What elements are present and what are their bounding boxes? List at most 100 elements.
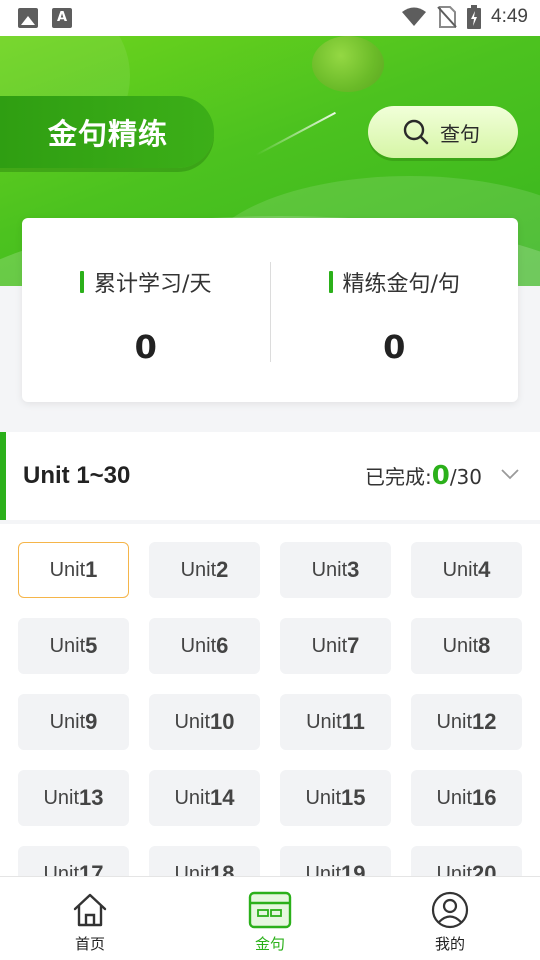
unit-prefix: Unit — [436, 862, 473, 877]
page-title-pill: 金句精练 — [0, 96, 214, 168]
unit-prefix: Unit — [49, 558, 86, 581]
stats-card: 累计学习/天 0 精练金句/句 0 — [22, 218, 518, 402]
search-icon — [403, 119, 429, 145]
planet-decoration-icon — [312, 36, 384, 92]
completion-progress: 已完成: 0 /30 — [365, 461, 482, 491]
unit-prefix: Unit — [49, 710, 86, 733]
nav-label: 我的 — [434, 935, 465, 953]
stat-practiced-sentences: 精练金句/句 0 — [271, 218, 519, 402]
unit-number: 2 — [216, 557, 229, 582]
unit-button-7[interactable]: Unit 7 — [280, 618, 391, 674]
status-time: 4:49 — [491, 6, 528, 27]
unit-grid: Unit 1 Unit 2 Unit 3 Unit 4 Unit 5 Unit 6 Unit… — [18, 542, 522, 876]
progress-completed: 0 — [431, 461, 450, 491]
unit-prefix: Unit — [174, 786, 211, 809]
unit-button-19[interactable]: Unit 19 — [280, 846, 391, 876]
unit-number: 3 — [347, 557, 360, 582]
unit-number: 8 — [478, 633, 491, 658]
unit-button-11[interactable]: Unit 11 — [280, 694, 391, 750]
unit-button-8[interactable]: Unit 8 — [411, 618, 522, 674]
unit-number: 9 — [85, 709, 98, 734]
unit-number: 17 — [79, 861, 104, 876]
progress-total: /30 — [449, 465, 482, 489]
unit-number: 19 — [341, 861, 366, 876]
nav-label: 金句 — [254, 935, 285, 953]
unit-number: 12 — [472, 709, 497, 734]
unit-number: 16 — [472, 785, 497, 810]
unit-prefix: Unit — [43, 786, 80, 809]
battery-charging-icon — [467, 5, 482, 29]
unit-prefix: Unit — [311, 634, 348, 657]
unit-prefix: Unit — [49, 634, 86, 657]
unit-button-16[interactable]: Unit 16 — [411, 770, 522, 826]
unit-button-13[interactable]: Unit 13 — [18, 770, 129, 826]
bottom-navigation: 首页 金句 我的 — [0, 876, 540, 960]
unit-prefix: Unit — [43, 862, 80, 877]
stat-marker — [328, 271, 333, 293]
unit-range-label: Unit 1~30 — [23, 462, 131, 489]
unit-number: 5 — [85, 633, 98, 658]
unit-button-12[interactable]: Unit 12 — [411, 694, 522, 750]
search-button-label: 查句 — [440, 121, 480, 146]
stat-study-days: 累计学习/天 0 — [22, 218, 270, 402]
unit-number: 10 — [210, 709, 235, 734]
unit-button-17[interactable]: Unit 17 — [18, 846, 129, 876]
unit-prefix: Unit — [442, 558, 479, 581]
page-title: 金句精练 — [48, 117, 169, 151]
unit-number: 18 — [210, 861, 235, 876]
meteor-decoration-icon — [255, 111, 336, 156]
home-icon — [73, 893, 107, 927]
unit-button-4[interactable]: Unit 4 — [411, 542, 522, 598]
nav-label: 首页 — [74, 935, 105, 953]
card-icon — [248, 891, 292, 929]
no-sim-icon — [437, 6, 457, 28]
unit-button-9[interactable]: Unit 9 — [18, 694, 129, 750]
status-bar: A 4:49 — [0, 0, 540, 36]
stat-label: 累计学习/天 — [94, 272, 212, 297]
unit-number: 20 — [472, 861, 497, 876]
nav-profile[interactable]: 我的 — [360, 877, 540, 960]
progress-prefix: 已完成: — [364, 465, 432, 489]
stat-value: 0 — [383, 328, 406, 366]
font-notification-icon: A — [52, 8, 72, 28]
unit-number: 13 — [79, 785, 104, 810]
unit-button-20[interactable]: Unit 20 — [411, 846, 522, 876]
unit-button-10[interactable]: Unit 10 — [149, 694, 260, 750]
user-icon — [431, 891, 469, 929]
wifi-icon — [402, 7, 427, 26]
unit-prefix: Unit — [174, 862, 211, 877]
unit-button-18[interactable]: Unit 18 — [149, 846, 260, 876]
unit-button-2[interactable]: Unit 2 — [149, 542, 260, 598]
unit-number: 15 — [341, 785, 366, 810]
unit-button-3[interactable]: Unit 3 — [280, 542, 391, 598]
unit-button-5[interactable]: Unit 5 — [18, 618, 129, 674]
unit-grid-area: Unit 1 Unit 2 Unit 3 Unit 4 Unit 5 Unit 6 Unit… — [0, 524, 540, 876]
search-sentence-button[interactable]: 查句 — [368, 106, 518, 158]
unit-button-1[interactable]: Unit 1 — [18, 542, 129, 598]
stat-label: 精练金句/句 — [342, 272, 460, 297]
unit-button-6[interactable]: Unit 6 — [149, 618, 260, 674]
stat-value: 0 — [134, 328, 157, 366]
unit-prefix: Unit — [180, 558, 217, 581]
nav-sentences[interactable]: 金句 — [180, 877, 360, 960]
unit-prefix: Unit — [442, 634, 479, 657]
unit-prefix: Unit — [180, 634, 217, 657]
unit-number: 14 — [210, 785, 235, 810]
nav-home[interactable]: 首页 — [0, 877, 180, 960]
unit-number: 1 — [85, 557, 98, 582]
unit-prefix: Unit — [436, 786, 473, 809]
unit-prefix: Unit — [311, 558, 348, 581]
chevron-down-icon[interactable] — [500, 464, 520, 484]
unit-prefix: Unit — [305, 786, 342, 809]
unit-range-selector[interactable]: Unit 1~30 已完成: 0 /30 — [0, 432, 540, 520]
unit-prefix: Unit — [306, 710, 342, 733]
unit-prefix: Unit — [174, 710, 211, 733]
unit-prefix: Unit — [305, 862, 342, 877]
unit-button-14[interactable]: Unit 14 — [149, 770, 260, 826]
stat-marker — [80, 271, 85, 293]
unit-prefix: Unit — [436, 710, 473, 733]
unit-number: 7 — [347, 633, 360, 658]
unit-button-15[interactable]: Unit 15 — [280, 770, 391, 826]
image-notification-icon — [18, 8, 38, 28]
unit-number: 4 — [478, 557, 491, 582]
